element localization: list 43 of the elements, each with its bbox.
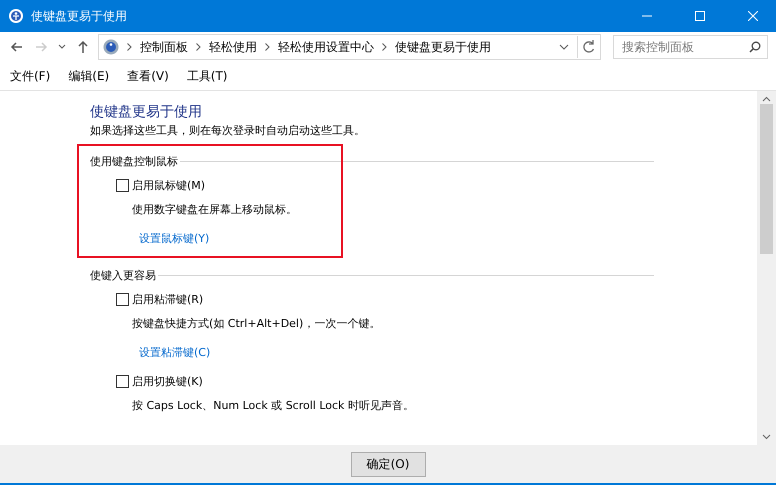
address-bar[interactable]: 控制面板 轻松使用 轻松使用设置中心 使键盘更易于使用: [98, 34, 601, 60]
back-arrow-icon[interactable]: [10, 40, 24, 54]
chevron-icon: [196, 43, 201, 51]
breadcrumb-item[interactable]: 控制面板: [140, 38, 188, 56]
dropdown-icon[interactable]: [58, 44, 66, 50]
menu-item[interactable]: 查看(V): [127, 68, 169, 84]
checkbox[interactable]: [116, 375, 129, 388]
settings-link[interactable]: 设置鼠标键(Y): [139, 231, 210, 246]
chevron-icon: [127, 43, 132, 51]
ok-button[interactable]: 确定(O): [350, 452, 426, 476]
section-title: 使用键盘控制鼠标: [90, 154, 178, 169]
checkbox[interactable]: [116, 179, 129, 192]
menu-item[interactable]: 工具(T): [186, 68, 228, 84]
scrollbar-thumb[interactable]: [760, 104, 773, 254]
control-panel-icon: [103, 39, 119, 55]
section-title: 使键入更容易: [90, 268, 156, 283]
search-icon: [749, 41, 761, 53]
page-description: 如果选择这些工具，则在每次登录时自动启动这些工具。: [90, 123, 366, 138]
option-description: 按键盘快捷方式(如 Ctrl+Alt+Del)，一次一个键。: [132, 316, 382, 331]
breadcrumb-item[interactable]: 轻松使用设置中心: [278, 38, 374, 56]
maximize-icon[interactable]: [695, 11, 705, 21]
option-description: 使用数字键盘在屏幕上移动鼠标。: [132, 202, 298, 217]
scroll-up-icon[interactable]: [762, 96, 771, 102]
control-panel-icon: [8, 8, 24, 24]
search-field[interactable]: 搜索控制面板: [613, 35, 768, 59]
menu-item[interactable]: 文件(F): [10, 68, 50, 84]
page-heading: 使键盘更易于使用: [90, 103, 203, 121]
chevron-icon: [265, 43, 270, 51]
checkbox[interactable]: [116, 293, 129, 306]
close-icon[interactable]: [748, 11, 758, 21]
settings-link[interactable]: 设置粘滞键(C): [139, 345, 210, 360]
scroll-down-icon[interactable]: [762, 434, 771, 440]
checkbox-label[interactable]: 启用粘滞键(R): [132, 292, 204, 307]
window-title: 使键盘更易于使用: [31, 8, 128, 24]
menu-item[interactable]: 编辑(E): [68, 68, 110, 84]
checkbox-label[interactable]: 启用鼠标键(M): [132, 178, 206, 193]
breadcrumb-item[interactable]: 轻松使用: [209, 38, 257, 56]
option-description: 按 Caps Lock、Num Lock 或 Scroll Lock 时听见声音。: [132, 398, 415, 413]
dropdown-icon[interactable]: [559, 44, 569, 50]
chevron-icon: [382, 43, 387, 51]
up-arrow-icon[interactable]: [76, 40, 90, 54]
breadcrumb-item[interactable]: 使键盘更易于使用: [395, 38, 491, 56]
checkbox-label[interactable]: 启用切换键(K): [132, 374, 203, 389]
